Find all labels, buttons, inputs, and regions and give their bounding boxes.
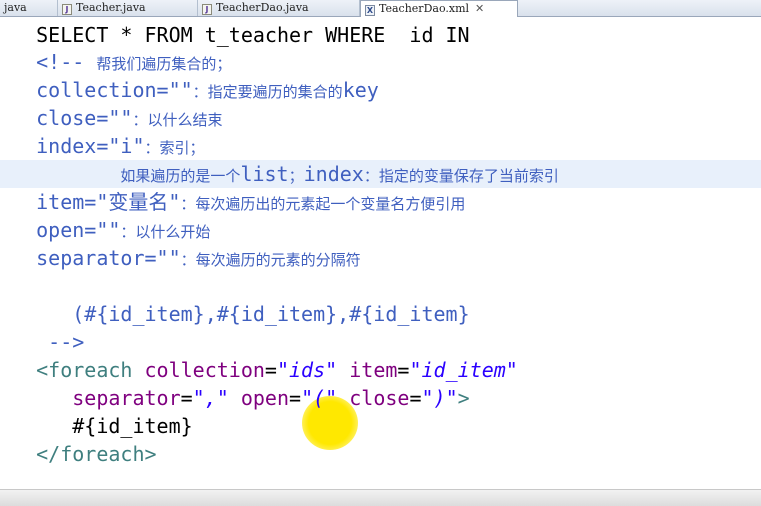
equals: =: [409, 386, 422, 410]
attr-name: close: [349, 386, 410, 410]
tab-label: Teacher.java: [76, 1, 146, 14]
comment-code: index: [303, 162, 364, 186]
comment-text: ：每次遍历的元素的分隔符: [180, 251, 361, 269]
attr-value: ")": [421, 386, 458, 410]
equals: =: [289, 386, 302, 410]
sql-text: SELECT * FROM t_teacher WHERE id IN: [36, 23, 470, 47]
tab-label: TeacherDao.java: [216, 1, 309, 14]
tag-end: >: [457, 386, 470, 410]
comment-code: key: [342, 78, 379, 102]
attr-value: "id_item": [409, 358, 518, 382]
bottom-panel-bar: [0, 489, 761, 506]
comment-text: ；: [288, 167, 304, 185]
comment-code: index="i": [36, 134, 145, 158]
comment-code: collection="": [36, 78, 193, 102]
tab-java[interactable]: java: [0, 0, 58, 16]
comment-text: 如果遍历的是一个: [120, 167, 241, 185]
attr-name: open: [240, 386, 290, 410]
comment-text: ：索引；: [144, 139, 205, 157]
java-file-icon: J: [202, 4, 212, 15]
comment-code: open="": [36, 218, 121, 242]
comment-code: close="": [36, 106, 133, 130]
attr-name: separator: [72, 386, 181, 410]
tab-teacherdao-xml[interactable]: X TeacherDao.xml ✕: [360, 0, 518, 17]
java-file-icon: J: [62, 4, 72, 15]
body-text: #{id_item}: [72, 414, 193, 438]
tab-teacher-java[interactable]: J Teacher.java: [58, 0, 198, 16]
comment-text: 帮我们遍历集合的；: [96, 55, 232, 73]
attr-value: ",": [192, 386, 229, 410]
tab-teacherdao-java[interactable]: J TeacherDao.java: [198, 0, 360, 16]
code-line-separator: separator=""：每次遍历的元素的分隔符: [0, 244, 761, 272]
editor-tab-bar: java J Teacher.java J TeacherDao.java X Tea…: [0, 0, 761, 17]
code-line-open: open=""：以什么开始: [0, 216, 761, 244]
code-line-comment-open: <!-- 帮我们遍历集合的；: [0, 48, 761, 76]
attr-value: "ids": [276, 358, 338, 382]
tab-label: TeacherDao.xml: [379, 2, 470, 15]
attr-value: "(": [301, 386, 338, 410]
code-line-comment-close: -->: [0, 328, 761, 356]
code-line-foreach-body: #{id_item}: [0, 412, 761, 440]
code-line-index: index="i"：索引；: [0, 132, 761, 160]
comment-code: separator="": [36, 246, 181, 270]
comment-code: (#{id_item},#{id_item},#{id_item}: [72, 302, 470, 326]
code-line-close: close=""：以什么结束: [0, 104, 761, 132]
attr-name: item: [349, 358, 398, 382]
close-icon[interactable]: ✕: [475, 2, 484, 15]
xml-file-icon: X: [365, 5, 375, 16]
tab-label: java: [4, 1, 27, 14]
code-line-item: item="变量名"：每次遍历出的元素起一个变量名方便引用: [0, 188, 761, 216]
equals: =: [264, 358, 277, 382]
tag-name: <foreach: [36, 358, 133, 382]
equals: =: [397, 358, 410, 382]
comment-open: <!--: [36, 50, 97, 74]
code-line-foreach-open: <foreach collection="ids" item="id_item": [0, 356, 761, 384]
attr-name: collection: [144, 358, 265, 382]
comment-text: ：以什么开始: [120, 223, 211, 241]
comment-text: ：指定要遍历的集合的: [192, 83, 343, 101]
comment-code: item="变量名": [36, 190, 181, 214]
tag-name: </foreach>: [36, 442, 157, 466]
comment-text: ：以什么结束: [132, 111, 223, 129]
comment-code: list: [240, 162, 289, 186]
equals: =: [180, 386, 193, 410]
code-line-foreach-close: </foreach>: [0, 440, 761, 468]
code-line-collection: collection=""：指定要遍历的集合的key: [0, 76, 761, 104]
code-line-foreach-attrs: separator="," open="(" close=")">: [0, 384, 761, 412]
code-line-example: (#{id_item},#{id_item},#{id_item}: [0, 300, 761, 328]
code-editor[interactable]: SELECT * FROM t_teacher WHERE id IN <!--…: [0, 17, 761, 489]
comment-close: -->: [48, 330, 85, 354]
code-line-sql: SELECT * FROM t_teacher WHERE id IN: [0, 21, 761, 49]
comment-text: ：每次遍历出的元素起一个变量名方便引用: [180, 195, 466, 213]
code-line-index-detail: 如果遍历的是一个list；index：指定的变量保存了当前索引: [0, 160, 761, 188]
comment-text: ：指定的变量保存了当前索引: [363, 167, 559, 185]
